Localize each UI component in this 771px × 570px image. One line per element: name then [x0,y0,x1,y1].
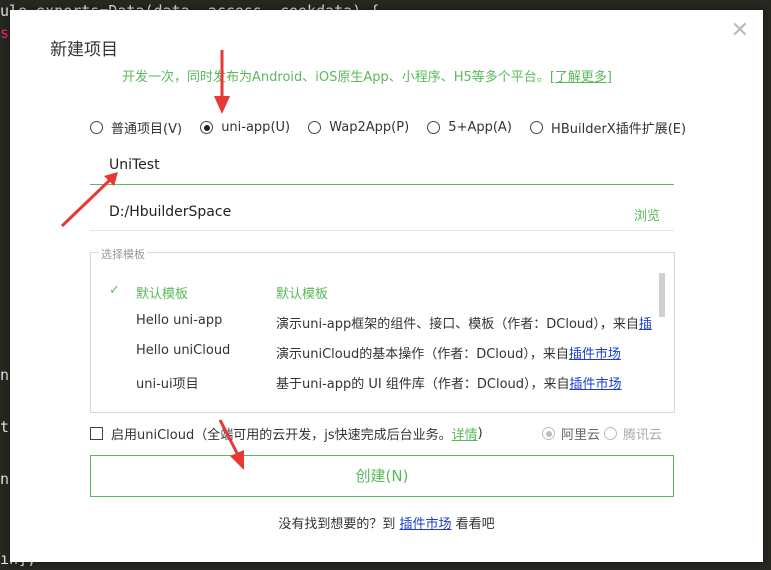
check-icon: ✓ [109,283,120,298]
unicloud-checkbox[interactable] [90,427,103,440]
plugin-market-link[interactable]: 插件市场 [569,347,621,362]
template-row[interactable]: Hello uni-app 演示uni-app框架的组件、接口、模板（作者：DC… [91,306,652,336]
code-line: s [0,24,10,42]
project-type-5plusapp[interactable]: 5+App(A) [427,120,512,135]
template-scrollbar[interactable] [659,273,665,317]
template-list: 选择模板 ✓ 默认模板 默认模板 Hello uni-app 演示uni-app… [90,246,675,413]
cloud-provider-group: 阿里云 腾讯云 [542,424,662,443]
dialog-title: 新建项目 [50,40,118,60]
project-type-label: Wap2App(P) [329,120,410,135]
project-type-plugin[interactable]: HBuilderX插件扩展(E) [530,118,686,137]
unicloud-close-paren: ) [477,426,483,441]
template-name: Hello uniCloud [136,343,231,358]
project-type-uniapp[interactable]: uni-app(U) [200,120,290,135]
radio-icon[interactable] [427,121,441,134]
code-line: n [0,470,10,488]
template-row[interactable]: uni-ui项目 基于uni-app的 UI 组件库（作者：DCloud），来自… [91,366,651,396]
project-type-group: 普通项目(V) uni-app(U) Wap2App(P) 5+App(A) H… [90,118,700,138]
template-name: uni-ui项目 [136,377,199,392]
plugin-market-link[interactable]: 插件市场 [570,377,622,392]
radio-icon[interactable] [530,121,544,134]
template-desc: 基于uni-app的 UI 组件库（作者：DCloud），来自 [276,377,570,392]
footer: 没有找到想要的？到 插件市场 看看吧 [10,513,763,532]
template-name: 默认模板 [136,287,189,302]
unicloud-option: 启用uniCloud（全端可用的云开发，js快速完成后台业务。 详情) [90,424,483,443]
browse-button[interactable]: 浏览 [634,205,660,224]
dialog-subtitle: 开发一次，同时发布为Android、iOS原生App、小程序、H5等多个平台。[… [122,66,612,85]
project-path-input[interactable]: D:/HbuilderSpace 浏览 [90,196,674,231]
new-project-dialog: ✕ 新建项目 开发一次，同时发布为Android、iOS原生App、小程序、H5… [10,10,763,562]
footer-suffix: 看看吧 [455,517,495,532]
project-type-label: HBuilderX插件扩展(E) [551,122,687,137]
project-name-value: UniTest [109,157,160,173]
project-name-input[interactable]: UniTest [90,148,674,185]
template-desc-wrap: 演示uniCloud的基本操作（作者：DCloud），来自插件市场 [276,343,656,362]
plugin-market-link[interactable]: 插件市场 [399,517,451,532]
footer-text: 没有找到想要的？到 [278,517,396,532]
template-desc: 演示uni-app框架的组件、接口、模板（作者：DCloud），来自 [276,317,639,332]
template-legend: 选择模板 [99,246,147,262]
project-type-wap2app[interactable]: Wap2App(P) [308,120,409,135]
project-path-value: D:/HbuilderSpace [109,204,232,220]
template-desc: 默认模板 [276,287,329,302]
radio-selected-icon[interactable] [542,427,555,440]
project-type-normal[interactable]: 普通项目(V) [90,118,182,137]
provider-tencent[interactable]: 腾讯云 [623,424,662,443]
unicloud-label: 启用uniCloud（全端可用的云开发，js快速完成后台业务。 [111,428,452,443]
plugin-market-link[interactable]: 插 [639,317,652,332]
template-desc-wrap: 演示uni-app框架的组件、接口、模板（作者：DCloud），来自插 [276,313,656,332]
create-button[interactable]: 创建(N) [90,455,674,497]
template-desc-wrap: 基于uni-app的 UI 组件库（作者：DCloud），来自插件市场 [276,373,656,392]
project-type-label: 普通项目(V) [111,122,183,137]
template-row[interactable]: ✓ 默认模板 默认模板 [91,276,651,306]
radio-icon[interactable] [604,427,618,440]
provider-aliyun[interactable]: 阿里云 [561,424,600,443]
radio-icon[interactable] [308,121,322,134]
close-icon[interactable]: ✕ [731,18,749,43]
subtitle-text: 开发一次，同时发布为Android、iOS原生App、小程序、H5等多个平台。 [122,70,550,85]
project-type-label: 5+App(A) [448,120,512,135]
unicloud-details-link[interactable]: 详情 [452,424,478,443]
project-type-label: uni-app(U) [221,120,291,135]
radio-selected-icon[interactable] [200,121,214,134]
radio-icon[interactable] [90,121,103,134]
template-name: Hello uni-app [136,313,223,328]
learn-more-link[interactable]: [了解更多] [550,70,612,85]
template-desc: 演示uniCloud的基本操作（作者：DCloud），来自 [276,347,569,362]
template-row[interactable]: Hello uniCloud 演示uniCloud的基本操作（作者：DCloud… [91,336,651,366]
